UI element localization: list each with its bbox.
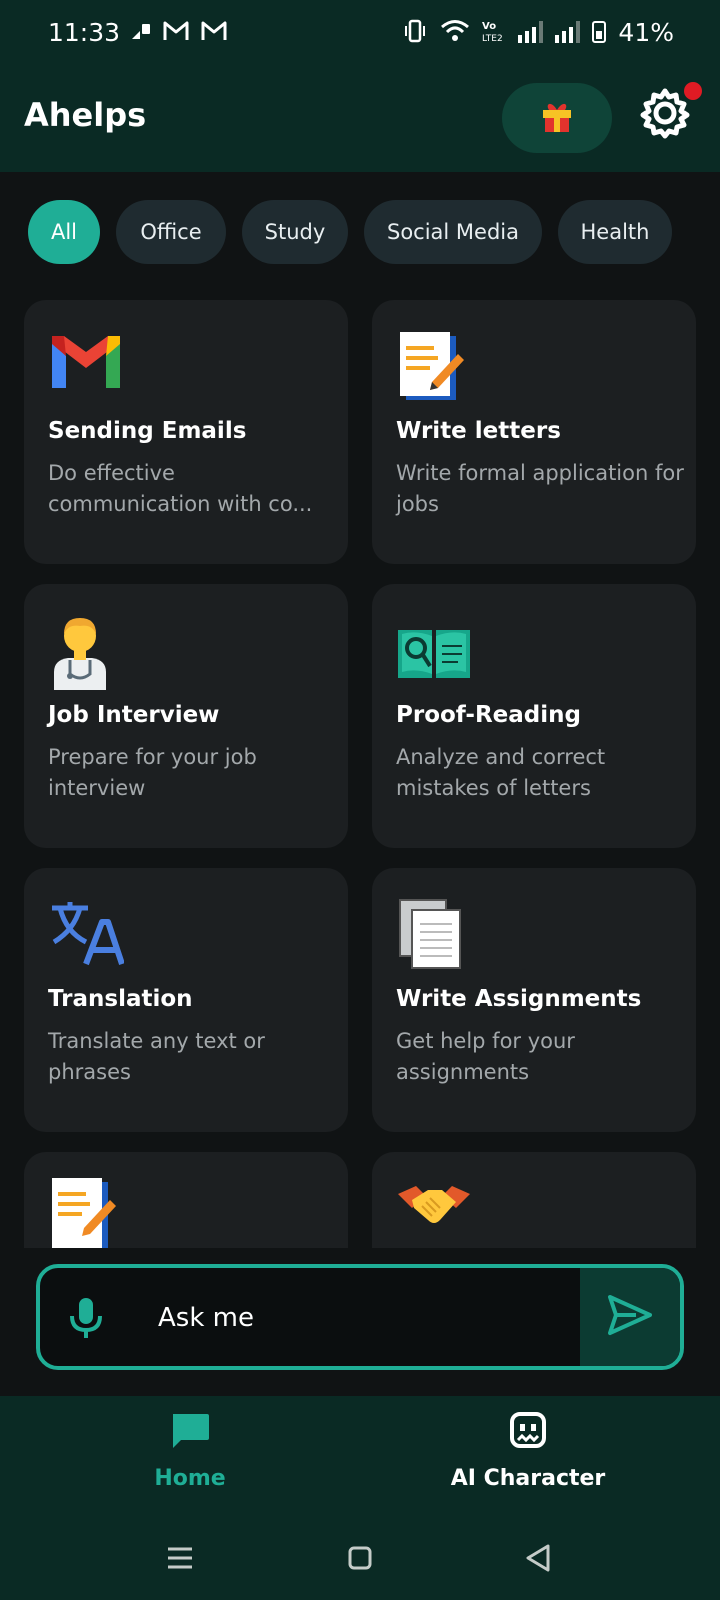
chip-social-media[interactable]: Social Media (364, 200, 542, 264)
mic-icon (62, 1298, 110, 1346)
card-description: Write formal application for jobs (396, 461, 684, 516)
nav-ai-character[interactable]: AI Character (408, 1410, 648, 1510)
app-title: Ahelps (24, 96, 147, 134)
status-right: Vo LTE2 41% (402, 18, 674, 47)
svg-text:Vo: Vo (482, 21, 496, 32)
memo-icon (48, 1176, 124, 1248)
card-desc-line: Do effective communication with co... (48, 461, 313, 516)
gear-icon (639, 87, 691, 143)
card-description: Do effective communication with co... (48, 458, 338, 520)
chip-study[interactable]: Study (242, 200, 348, 264)
card-title: Proof-Reading (396, 702, 581, 728)
card-title: Translation (48, 986, 193, 1012)
gift-button[interactable] (502, 83, 612, 153)
card-proof-reading[interactable]: Proof-Reading Analyze and correct mistak… (372, 584, 696, 848)
menu-icon (166, 1546, 194, 1574)
card-partial[interactable] (24, 1152, 348, 1248)
card-description: Analyze and correct mistakes of letters (396, 745, 606, 800)
settings-button[interactable] (638, 88, 692, 142)
battery-icon (592, 21, 607, 43)
translate-icon (48, 898, 125, 974)
card-description: Translate any text or phrases (48, 1029, 265, 1084)
svg-text:LTE2: LTE2 (482, 34, 503, 43)
robot-icon (508, 1410, 548, 1454)
gmail-icon (162, 20, 190, 45)
health-worker-icon (48, 614, 124, 690)
nav-ai-character-label: AI Character (450, 1466, 606, 1491)
send-icon (606, 1293, 654, 1341)
bottom-nav: Home AI Character (0, 1396, 720, 1520)
chip-health[interactable]: Health (558, 200, 672, 264)
signal-icon (518, 21, 544, 43)
gmail-icon (200, 20, 228, 45)
memo-icon (396, 330, 472, 406)
card-write-letters[interactable]: Write letters Write formal application f… (372, 300, 696, 564)
mic-button[interactable] (62, 1294, 110, 1342)
chat-bubble-icon (169, 1410, 211, 1454)
ask-input[interactable] (158, 1298, 558, 1338)
handshake-icon (396, 1180, 472, 1248)
back-triangle-icon (524, 1543, 552, 1577)
send-button[interactable] (580, 1268, 680, 1366)
gmail-icon (48, 330, 124, 406)
chip-all[interactable]: All (28, 200, 100, 264)
square-icon (347, 1545, 373, 1575)
card-write-assignments[interactable]: Write Assignments Get help for your assi… (372, 868, 696, 1132)
status-left: 11:33 (48, 18, 228, 47)
chip-office[interactable]: Office (116, 200, 226, 264)
feature-grid: Sending Emails Do effective communicatio… (0, 298, 720, 1248)
card-translation[interactable]: Translation Translate any text or phrase… (24, 868, 348, 1132)
back-button[interactable] (518, 1540, 558, 1580)
card-title: Write letters (396, 418, 561, 444)
volte-icon: Vo LTE2 (482, 19, 506, 46)
notification-dot (684, 82, 702, 100)
card-sending-emails[interactable]: Sending Emails Do effective communicatio… (24, 300, 348, 564)
sim-icon (130, 21, 152, 44)
card-job-interview[interactable]: Job Interview Prepare for your job inter… (24, 584, 348, 848)
menu-button[interactable] (160, 1540, 200, 1580)
open-book-magnifier-icon (396, 614, 472, 690)
status-time: 11:33 (48, 17, 121, 47)
category-chips: All Office Study Social Media Health (28, 200, 672, 264)
nav-home-label: Home (154, 1466, 226, 1491)
card-partial[interactable] (372, 1152, 696, 1248)
wifi-icon (440, 19, 470, 46)
card-title: Job Interview (48, 702, 220, 728)
card-description: Prepare for your job interview (48, 745, 257, 800)
battery-percent: 41% (618, 17, 674, 47)
documents-icon (396, 898, 472, 974)
vibrate-icon (402, 18, 428, 47)
system-nav (0, 1520, 720, 1600)
card-description: Get help for your assignments (396, 1029, 575, 1084)
signal-icon (555, 21, 581, 43)
ask-bar (36, 1264, 684, 1370)
nav-home[interactable]: Home (70, 1410, 310, 1510)
gift-icon (539, 98, 575, 138)
status-bar: 11:33 Vo LTE2 41% (0, 0, 720, 64)
card-title: Write Assignments (396, 986, 642, 1012)
app-bar: Ahelps (0, 64, 720, 172)
card-title: Sending Emails (48, 418, 247, 444)
home-button[interactable] (340, 1540, 380, 1580)
